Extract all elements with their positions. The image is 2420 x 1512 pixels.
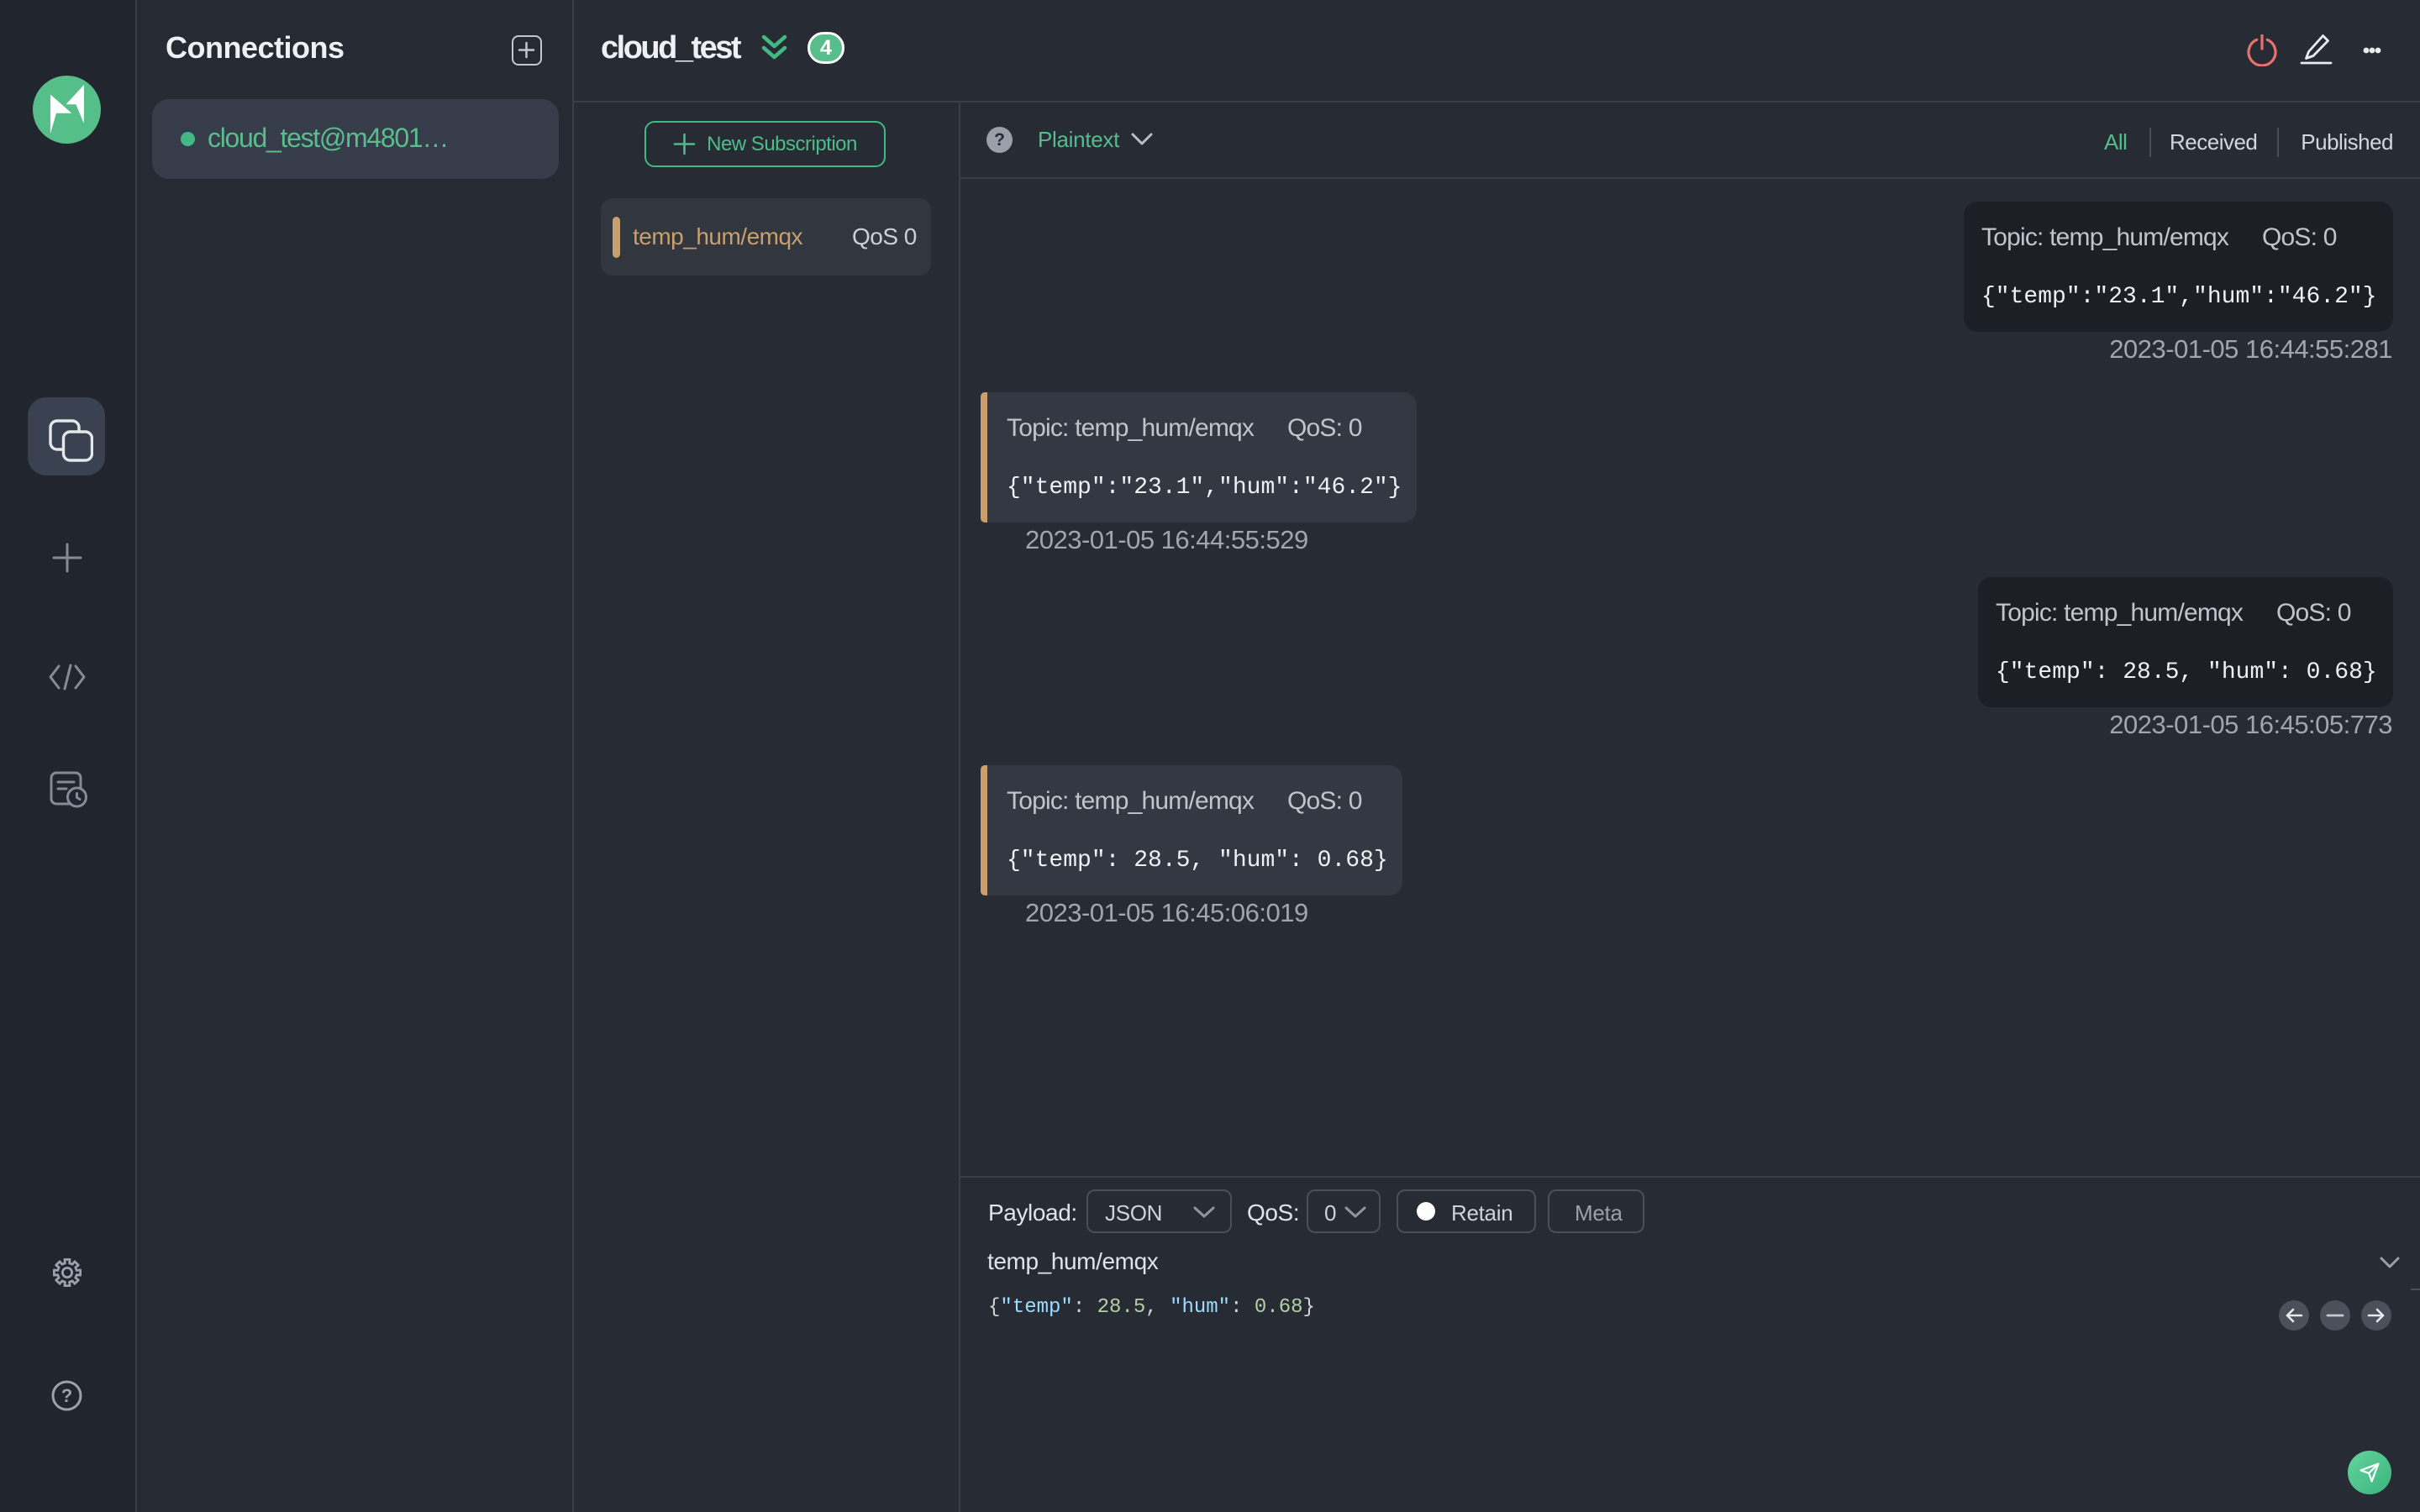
- svg-text:?: ?: [61, 1385, 72, 1406]
